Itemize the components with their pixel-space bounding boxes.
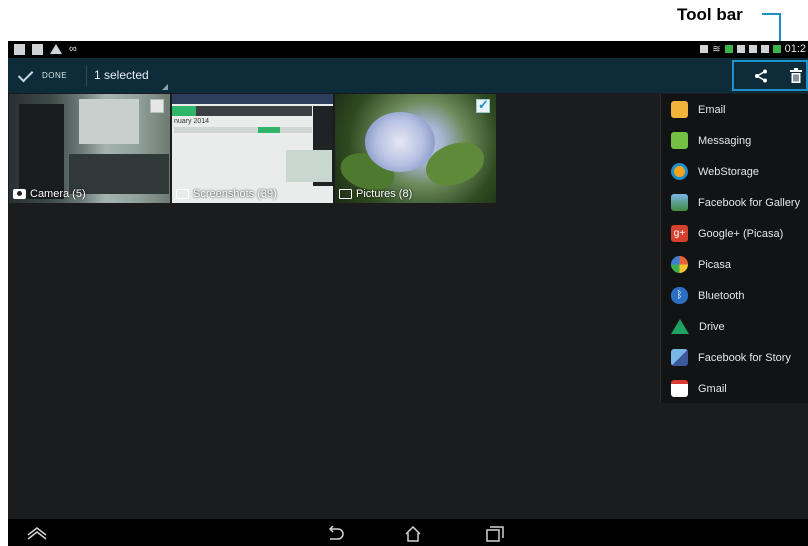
email-icon: [671, 101, 688, 118]
signal-icon: [736, 45, 745, 53]
drive-icon: [671, 319, 689, 334]
trash-icon[interactable]: [790, 68, 802, 83]
share-icon[interactable]: [754, 69, 768, 83]
collapse-icon[interactable]: [26, 526, 48, 540]
picasa-icon: [671, 256, 688, 273]
checkmark-icon: [17, 66, 34, 82]
selection-count-label: 1 selected: [94, 68, 149, 82]
facebook-story-icon: [671, 349, 688, 366]
album-pictures[interactable]: Pictures (8): [335, 94, 496, 203]
action-bar: DONE 1 selected: [8, 58, 808, 93]
home-icon[interactable]: [404, 526, 422, 542]
share-item-picasa[interactable]: Picasa: [661, 249, 808, 280]
album-camera[interactable]: Camera (5): [9, 94, 170, 203]
thumbnail-text: nuary 2014: [174, 118, 210, 125]
clock: 01:2: [784, 43, 806, 55]
camera-icon: [13, 189, 26, 199]
navigation-bar: [8, 519, 808, 546]
webstorage-icon: [671, 163, 688, 180]
share-item-bluetooth[interactable]: ᛒ Bluetooth: [661, 280, 808, 311]
folder-icon: [176, 189, 189, 199]
dropdown-indicator-icon: [162, 84, 168, 90]
infinity-icon: ∞: [69, 43, 77, 55]
share-item-google-plus[interactable]: g+ Google+ (Picasa): [661, 218, 808, 249]
done-button[interactable]: DONE: [8, 58, 86, 93]
share-item-facebook-story[interactable]: Facebook for Story: [661, 342, 808, 373]
vibrate-icon: [700, 45, 709, 53]
album-label: Camera (5): [13, 188, 86, 200]
battery-icon: [772, 45, 781, 53]
signal-icon: [760, 45, 769, 53]
gallery-notification-icon: [32, 43, 43, 55]
folder-icon: [339, 189, 352, 199]
toolbar: [732, 60, 808, 91]
signal-icon: [748, 45, 757, 53]
share-item-messaging[interactable]: Messaging: [661, 125, 808, 156]
wifi-icon: ≋: [712, 43, 721, 55]
facebook-gallery-icon: [671, 194, 688, 211]
device-screen: ∞ ≋ 01:2 DONE 1 selected Camera (5) nuar…: [8, 41, 808, 546]
album-label: Screenshots (39): [176, 188, 277, 200]
album-checkbox-checked[interactable]: [476, 97, 490, 113]
bluetooth-icon: ᛒ: [671, 287, 688, 304]
done-label: DONE: [42, 71, 68, 80]
share-item-gmail[interactable]: Gmail: [661, 373, 808, 404]
share-menu: Email Messaging WebStorage Facebook for …: [660, 94, 808, 403]
toolbar-callout-label: Tool bar: [677, 5, 743, 24]
share-item-email[interactable]: Email: [661, 94, 808, 125]
album-label: Pictures (8): [339, 188, 412, 200]
gmail-icon: [671, 380, 688, 397]
divider: [86, 66, 87, 86]
drive-notification-icon: [50, 44, 62, 54]
album-screenshots[interactable]: nuary 2014 Screenshots (39): [172, 94, 333, 203]
google-plus-icon: g+: [671, 225, 688, 242]
data-transfer-icon: [724, 45, 733, 53]
share-item-facebook-gallery[interactable]: Facebook for Gallery: [661, 187, 808, 218]
share-item-webstorage[interactable]: WebStorage: [661, 156, 808, 187]
selection-dropdown[interactable]: 1 selected: [88, 58, 170, 93]
share-item-drive[interactable]: Drive: [661, 311, 808, 342]
notification-icon: [14, 43, 25, 55]
back-icon[interactable]: [326, 526, 344, 540]
messaging-icon: [671, 132, 688, 149]
recent-apps-icon[interactable]: [486, 526, 504, 542]
album-checkbox[interactable]: [150, 99, 164, 113]
status-bar: ∞ ≋ 01:2: [8, 41, 808, 58]
